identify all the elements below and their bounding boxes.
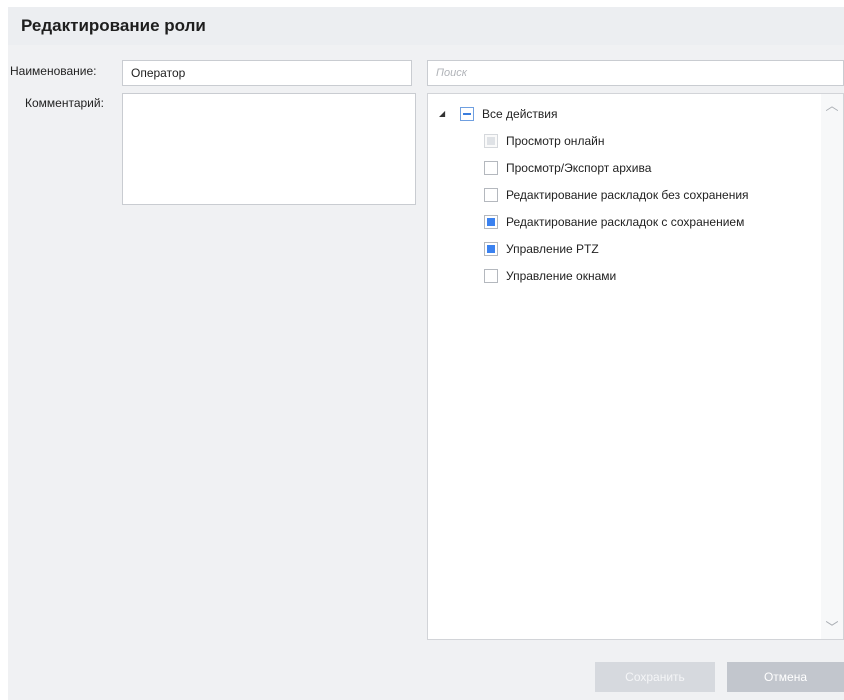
tree-item-label: Управление окнами [506,269,617,283]
tree-item-label: Просмотр/Экспорт архива [506,161,652,175]
search-input[interactable]: Поиск [427,60,844,86]
tree-item-label: Управление PTZ [506,242,599,256]
tree-root-label: Все действия [482,107,558,121]
tree-item[interactable]: Управление PTZ [484,239,599,259]
item-checkbox[interactable] [484,188,498,202]
item-checkbox[interactable] [484,161,498,175]
tree-root[interactable]: Все действия [460,104,557,124]
cancel-button[interactable]: Отмена [727,662,844,692]
tree-item[interactable]: Редактирование раскладок без сохранения [484,185,749,205]
tree-item[interactable]: Просмотр онлайн [484,131,604,151]
root-checkbox[interactable] [460,107,474,121]
item-checkbox[interactable] [484,215,498,229]
save-button[interactable]: Сохранить [595,662,715,692]
tree-item-label: Редактирование раскладок с сохранением [506,215,745,229]
comment-label: Комментарий: [25,96,104,110]
edit-role-dialog: Редактирование роли Наименование: Операт… [8,7,844,700]
item-checkbox[interactable] [484,269,498,283]
tree-scrollbar[interactable]: ︿ ﹀ [821,93,844,640]
comment-field[interactable] [122,93,416,205]
permissions-tree: ◢ Все действия Просмотр онлайн Просмотр/… [427,93,821,640]
tree-item-label: Просмотр онлайн [506,134,605,148]
tree-item[interactable]: Просмотр/Экспорт архива [484,158,651,178]
chevron-down-icon[interactable]: ﹀ [825,621,839,634]
triangle-down-icon[interactable]: ◢ [439,110,447,118]
tree-item[interactable]: Управление окнами [484,266,616,286]
chevron-up-icon[interactable]: ︿ [825,99,839,112]
dialog-title: Редактирование роли [21,16,206,35]
item-checkbox [484,134,498,148]
item-checkbox[interactable] [484,242,498,256]
name-label: Наименование: [10,64,97,78]
tree-item[interactable]: Редактирование раскладок с сохранением [484,212,744,232]
tree-item-label: Редактирование раскладок без сохранения [506,188,749,202]
dialog-header: Редактирование роли [8,7,844,45]
name-field[interactable]: Оператор [122,60,412,86]
